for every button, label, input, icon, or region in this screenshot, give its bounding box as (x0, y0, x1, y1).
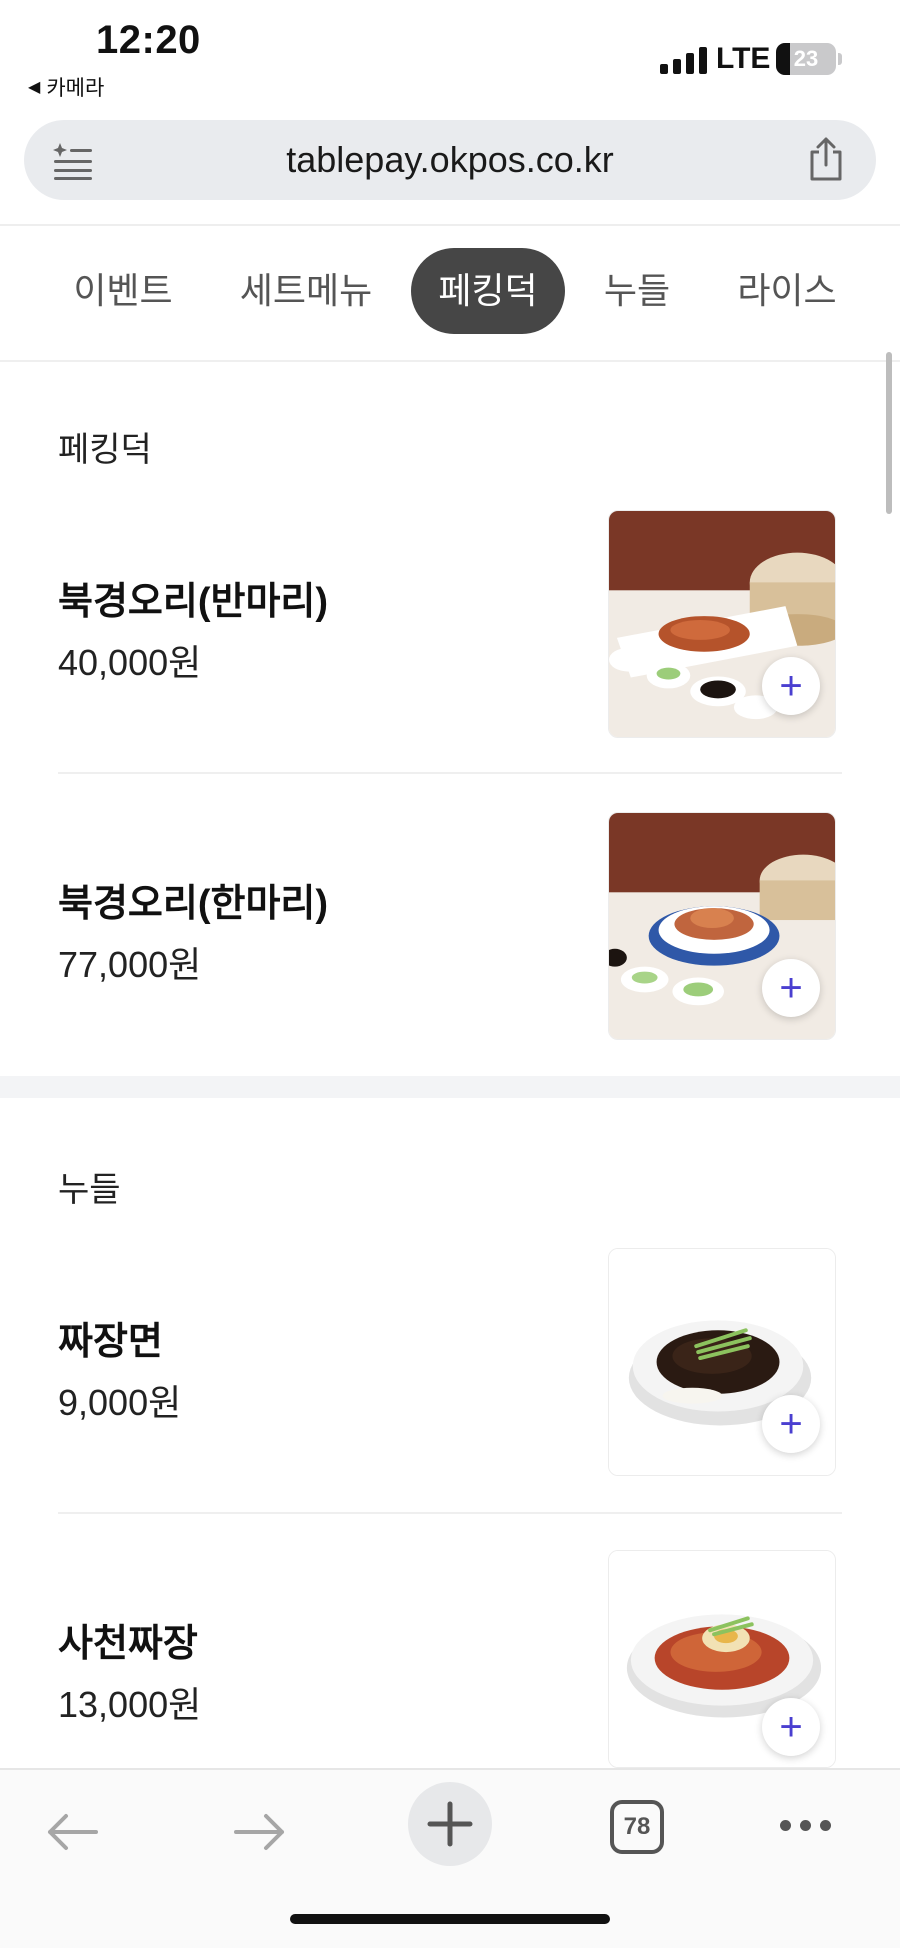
menu-item-name[interactable]: 사천짜장 (58, 1612, 198, 1667)
tab-count-button[interactable]: 78 (610, 1800, 664, 1854)
plus-icon (427, 1801, 473, 1847)
section-title-noodle: 누들 (58, 1171, 121, 1209)
menu-item-price: 9,000원 (58, 1382, 182, 1423)
item-divider (58, 772, 842, 774)
share-icon[interactable] (806, 136, 846, 182)
menu-item-name[interactable]: 북경오리(반마리) (58, 570, 328, 625)
tab-event[interactable]: 이벤트 (62, 248, 184, 334)
menu-item-price: 13,000원 (58, 1684, 202, 1725)
section-divider (0, 1076, 900, 1098)
url-text[interactable]: tablepay.okpos.co.kr (24, 120, 876, 200)
address-bar[interactable]: tablepay.okpos.co.kr (24, 120, 876, 200)
add-to-cart-button[interactable]: + (762, 657, 820, 715)
scrollbar[interactable] (886, 352, 892, 514)
tab-set-menu[interactable]: 세트메뉴 (232, 248, 380, 334)
menu-item-name[interactable]: 북경오리(한마리) (58, 872, 328, 927)
battery-level: 23 (793, 46, 819, 71)
battery-tip (838, 53, 842, 65)
menu-item-name[interactable]: 짜장면 (58, 1310, 163, 1365)
more-dots-icon[interactable] (780, 1820, 831, 1831)
back-to-app-link[interactable]: ◀ 카메라 (28, 72, 104, 102)
category-tabs: 이벤트 세트메뉴 페킹덕 누들 라이스 (0, 248, 900, 334)
divider (0, 360, 900, 362)
item-divider (58, 1512, 842, 1514)
signal-icon (660, 46, 707, 74)
battery-icon: 23 (776, 43, 836, 75)
divider (0, 224, 900, 226)
add-to-cart-button[interactable]: + (762, 1395, 820, 1453)
back-arrow-icon[interactable] (44, 1810, 100, 1854)
add-to-cart-button[interactable]: + (762, 959, 820, 1017)
back-app-label: 카메라 (46, 77, 105, 100)
forward-arrow-icon[interactable] (232, 1810, 288, 1854)
tab-rice[interactable]: 라이스 (734, 248, 840, 334)
add-to-cart-button[interactable]: + (762, 1698, 820, 1756)
menu-item-price: 40,000원 (58, 642, 202, 683)
network-type: LTE (716, 42, 771, 75)
home-indicator[interactable] (290, 1914, 610, 1924)
section-title-peking-duck: 페킹덕 (58, 431, 152, 469)
tab-noodle[interactable]: 누들 (596, 248, 678, 334)
new-tab-button[interactable] (408, 1782, 492, 1866)
menu-item-price: 77,000원 (58, 944, 202, 985)
status-bar: 12:20 ◀ 카메라 LTE 23 (0, 0, 900, 110)
status-time: 12:20 (96, 18, 201, 62)
back-triangle-icon: ◀ (28, 79, 41, 96)
tab-peking-duck[interactable]: 페킹덕 (411, 248, 565, 334)
